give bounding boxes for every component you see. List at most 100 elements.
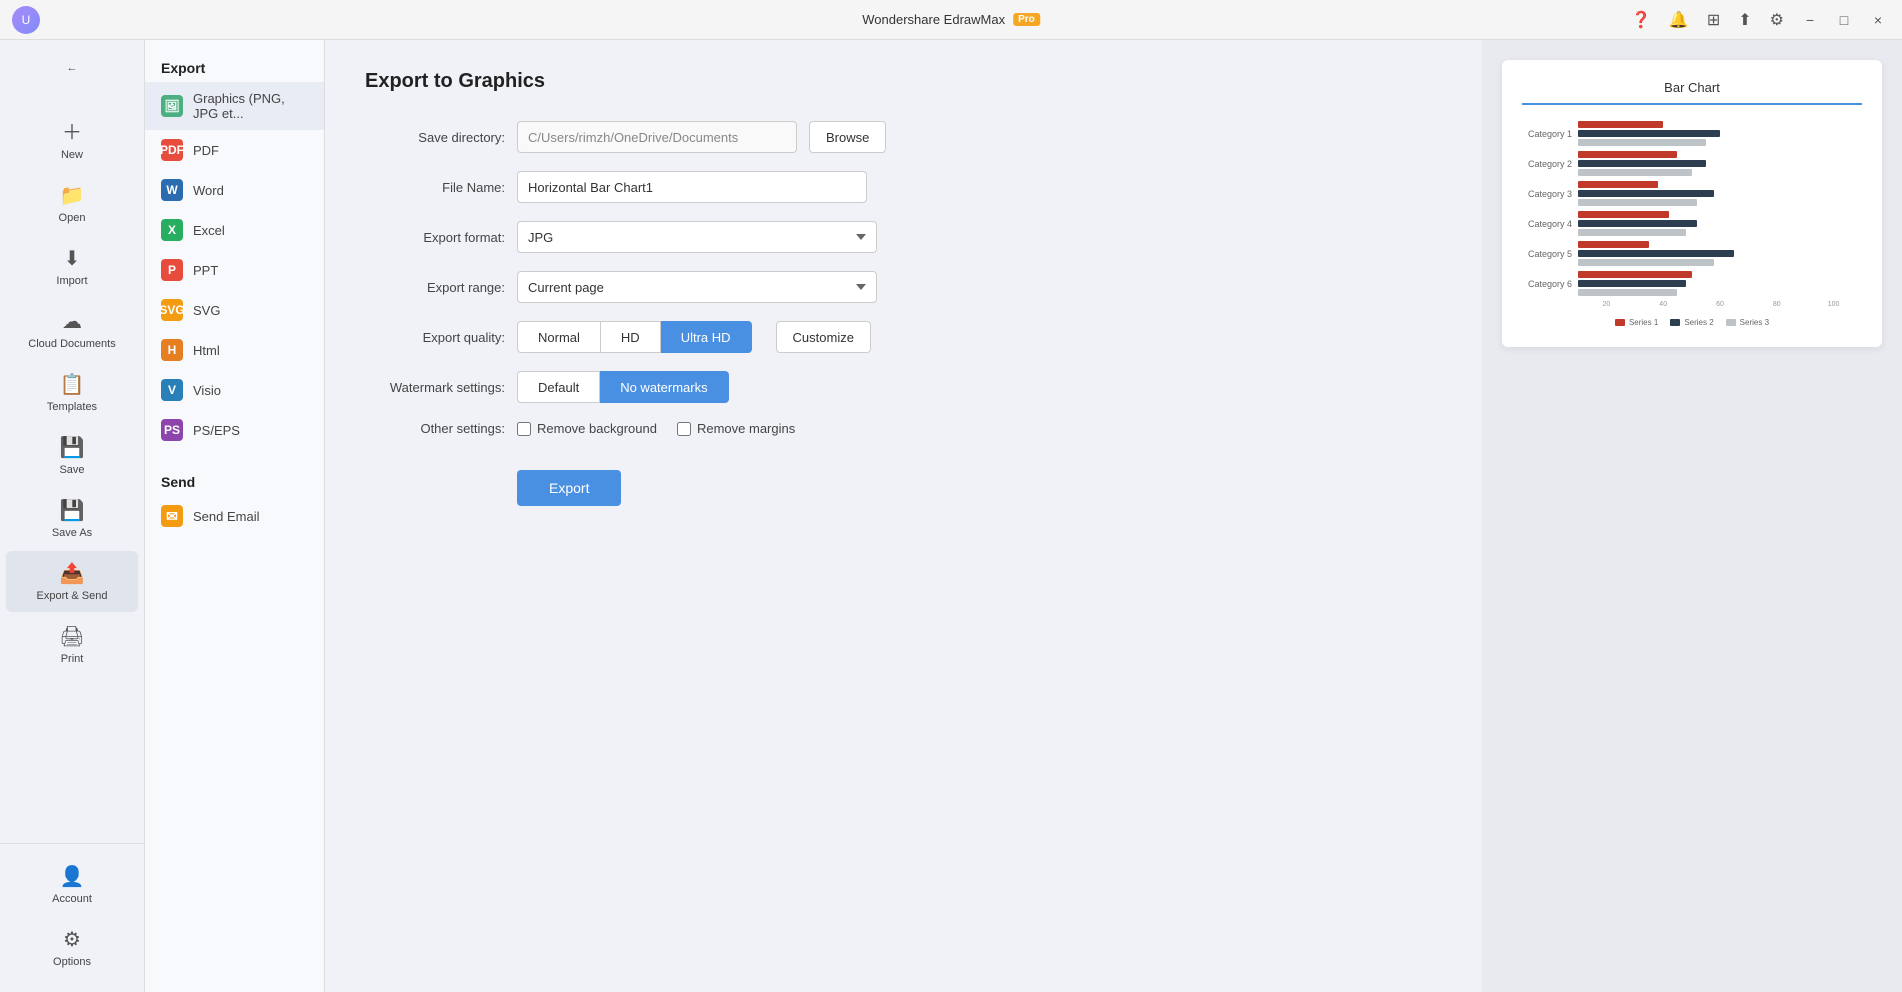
close-button[interactable]: ×: [1866, 8, 1890, 32]
quality-hd-button[interactable]: HD: [601, 321, 661, 353]
sidebar-item-export-send[interactable]: 📤 Export & Send: [6, 551, 138, 612]
legend-item-2: Series 2: [1670, 318, 1713, 327]
preview-card: Bar Chart Category 1 Category 2: [1502, 60, 1882, 347]
notification-icon[interactable]: 🔔: [1665, 6, 1693, 34]
export-item-ppt[interactable]: P PPT: [145, 250, 324, 290]
sidebar-item-save[interactable]: 💾 Save: [6, 425, 138, 486]
chart-row-3: Category 3: [1522, 181, 1862, 206]
export-form: Export to Graphics Save directory: Brows…: [325, 40, 1482, 992]
sidebar-item-label-templates: Templates: [47, 401, 97, 413]
form-row-directory: Save directory: Browse: [365, 121, 1442, 153]
watermark-default-button[interactable]: Default: [517, 371, 600, 403]
sidebar-item-label-import: Import: [56, 275, 87, 287]
bar-3-2: [1578, 190, 1714, 197]
label-filename: File Name:: [365, 180, 505, 195]
sidebar-item-options[interactable]: ⚙ Options: [6, 917, 138, 978]
quality-group: Normal HD Ultra HD: [517, 321, 752, 353]
settings-icon[interactable]: ⚙: [1766, 6, 1788, 34]
chart-bars-6: [1578, 271, 1862, 296]
bar-5-3: [1578, 259, 1714, 266]
export-item-pseps[interactable]: PS PS/EPS: [145, 410, 324, 450]
pdf-icon: PDF: [161, 139, 183, 161]
quality-ultrahd-button[interactable]: Ultra HD: [661, 321, 752, 353]
watermark-none-button[interactable]: No watermarks: [600, 371, 728, 403]
checkbox-remove-background[interactable]: Remove background: [517, 421, 657, 436]
bar-1-3: [1578, 139, 1706, 146]
sidebar-item-label-account: Account: [52, 893, 92, 905]
browse-button[interactable]: Browse: [809, 121, 886, 153]
form-row-other: Other settings: Remove background Remove…: [365, 421, 1442, 436]
chart-row-2: Category 2: [1522, 151, 1862, 176]
minimize-button[interactable]: −: [1798, 8, 1822, 32]
export-item-html[interactable]: H Html: [145, 330, 324, 370]
help-icon[interactable]: ❓: [1627, 6, 1655, 34]
sidebar-item-print[interactable]: 🖨 Print: [6, 614, 138, 675]
back-button[interactable]: ←: [14, 52, 130, 84]
sidebar-item-cloud[interactable]: ☁ Cloud Documents: [6, 299, 138, 360]
legend-color-2: [1670, 319, 1680, 326]
maximize-button[interactable]: □: [1832, 8, 1856, 32]
export-list: Export 🖼 Graphics (PNG, JPG et... PDF PD…: [145, 40, 325, 992]
export-item-visio[interactable]: V Visio: [145, 370, 324, 410]
input-directory[interactable]: [517, 121, 797, 153]
sidebar-item-account[interactable]: 👤 Account: [6, 854, 138, 915]
sidebar-item-save-as[interactable]: 💾 Save As: [6, 488, 138, 549]
legend-color-3: [1726, 319, 1736, 326]
watermark-group: Default No watermarks: [517, 371, 729, 403]
checkbox-remove-background-input[interactable]: [517, 422, 531, 436]
bar-4-1: [1578, 211, 1669, 218]
sidebar-item-new[interactable]: ＋ New: [6, 106, 138, 171]
chart-bars-3: [1578, 181, 1862, 206]
excel-icon: X: [161, 219, 183, 241]
select-format[interactable]: JPG PNG BMP SVG: [517, 221, 877, 253]
bar-5-1: [1578, 241, 1649, 248]
input-filename[interactable]: [517, 171, 867, 203]
sidebar-item-label-save: Save: [59, 464, 84, 476]
sidebar-item-label-open: Open: [59, 212, 86, 224]
chart-label-6: Category 6: [1522, 279, 1572, 289]
export-item-label-pdf: PDF: [193, 143, 219, 158]
save-icon: 💾: [60, 435, 85, 460]
x-tick-5: 100: [1805, 301, 1862, 308]
html-icon: H: [161, 339, 183, 361]
back-icon: ←: [67, 62, 78, 74]
legend-item-3: Series 3: [1726, 318, 1769, 327]
bar-2-1: [1578, 151, 1677, 158]
graphics-icon-text: 🖼: [164, 99, 179, 113]
new-icon: ＋: [62, 116, 82, 145]
export-item-word[interactable]: W Word: [145, 170, 324, 210]
preview-panel: Bar Chart Category 1 Category 2: [1482, 40, 1902, 992]
export-item-pdf[interactable]: PDF PDF: [145, 130, 324, 170]
import-icon: ⬇: [64, 246, 81, 271]
export-item-graphics[interactable]: 🖼 Graphics (PNG, JPG et...: [145, 82, 324, 130]
print-icon: 🖨: [59, 624, 84, 649]
export-button[interactable]: Export: [517, 470, 621, 506]
sidebar-item-label-print: Print: [61, 653, 84, 665]
upload-icon[interactable]: ⬆: [1734, 6, 1755, 34]
export-item-svg[interactable]: SVG SVG: [145, 290, 324, 330]
grid-icon[interactable]: ⊞: [1703, 6, 1724, 34]
quality-normal-button[interactable]: Normal: [517, 321, 601, 353]
export-item-send-email[interactable]: ✉ Send Email: [145, 496, 324, 536]
legend-color-1: [1615, 319, 1625, 326]
chart-legend: Series 1 Series 2 Series 3: [1522, 318, 1862, 327]
bar-1-2: [1578, 130, 1720, 137]
pseps-icon: PS: [161, 419, 183, 441]
chart-bars-5: [1578, 241, 1862, 266]
x-tick-1: 20: [1578, 301, 1635, 308]
sidebar-item-open[interactable]: 📁 Open: [6, 173, 138, 234]
sidebar-item-import[interactable]: ⬇ Import: [6, 236, 138, 297]
chart-row-4: Category 4: [1522, 211, 1862, 236]
chart-label-2: Category 2: [1522, 159, 1572, 169]
select-range[interactable]: Current page All pages Selected objects: [517, 271, 877, 303]
export-item-excel[interactable]: X Excel: [145, 210, 324, 250]
customize-button[interactable]: Customize: [776, 321, 871, 353]
bar-4-3: [1578, 229, 1686, 236]
label-range: Export range:: [365, 280, 505, 295]
form-row-range: Export range: Current page All pages Sel…: [365, 271, 1442, 303]
checkbox-remove-margins[interactable]: Remove margins: [677, 421, 795, 436]
checkbox-remove-margins-input[interactable]: [677, 422, 691, 436]
chart-bars-1: [1578, 121, 1862, 146]
export-item-label-ppt: PPT: [193, 263, 218, 278]
sidebar-item-templates[interactable]: 📋 Templates: [6, 362, 138, 423]
